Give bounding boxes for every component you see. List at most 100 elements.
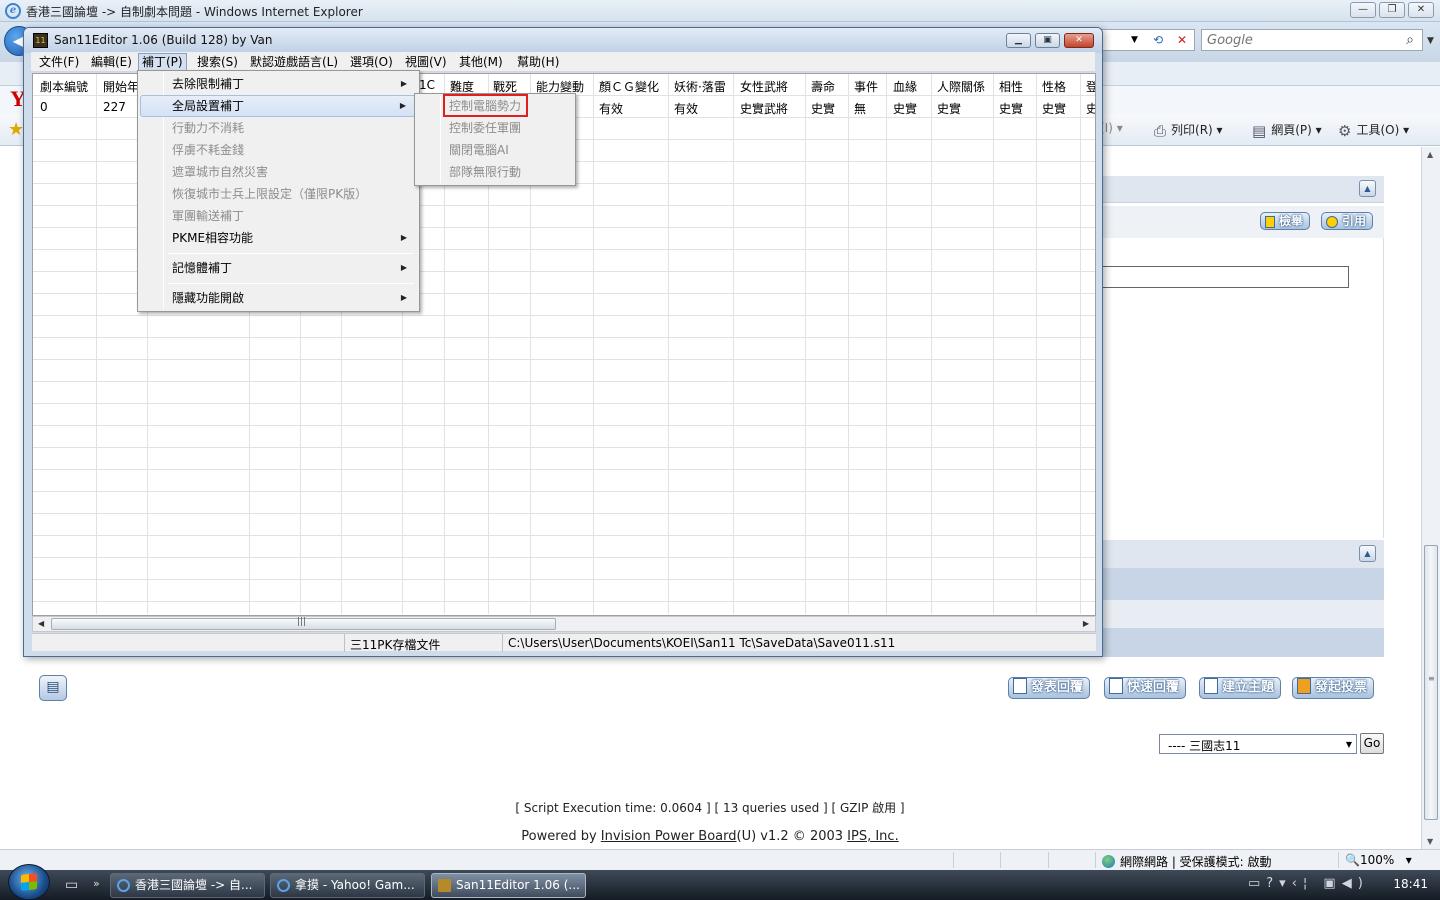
hscroll-thumb[interactable]: ||| bbox=[51, 617, 556, 630]
menu-help[interactable]: 幫助(H) bbox=[514, 54, 562, 70]
scroll-up-icon[interactable]: ▲ bbox=[1427, 150, 1433, 159]
menu-item-remove-limits[interactable]: 去除限制補丁 ▶ bbox=[140, 73, 417, 95]
menu-file[interactable]: 文件(F) bbox=[36, 54, 82, 70]
table-cell[interactable]: 史 bbox=[1086, 100, 1095, 117]
table-cell[interactable]: 史實 bbox=[1042, 100, 1066, 117]
column-header[interactable]: 妖術·落雷 bbox=[674, 78, 726, 95]
tray-icons[interactable]: ▭?▾‹¦ ▣◀) bbox=[1248, 876, 1369, 891]
column-header[interactable]: 登 bbox=[1086, 78, 1095, 95]
forum-jump-select[interactable]: ---- 三國志11 ▼ bbox=[1159, 734, 1357, 754]
column-header[interactable]: 1C bbox=[419, 78, 435, 92]
task-ie-forum[interactable]: 香港三國論壇 -> 自... bbox=[110, 873, 265, 898]
ips-link[interactable]: IPS, Inc. bbox=[847, 829, 899, 844]
menu-options[interactable]: 選項(O) bbox=[347, 54, 396, 70]
column-header[interactable]: 血緣 bbox=[893, 78, 917, 95]
quicklaunch-more-icon[interactable]: » bbox=[93, 877, 100, 890]
column-header[interactable]: 劇本編號 bbox=[40, 78, 88, 95]
ipb-link[interactable]: Invision Power Board bbox=[601, 829, 737, 844]
menu-item-pkme[interactable]: PKME相容功能 ▶ bbox=[140, 227, 417, 249]
start-button[interactable] bbox=[8, 864, 50, 900]
address-dropdown-icon[interactable]: ▼ bbox=[1131, 35, 1138, 45]
new-topic-button[interactable]: 建立主題 bbox=[1199, 677, 1282, 699]
table-cell[interactable]: 史實 bbox=[811, 100, 835, 117]
command-partial[interactable]: (I) ▾ bbox=[1100, 121, 1123, 135]
scroll-right-icon[interactable]: ▶ bbox=[1083, 619, 1089, 628]
table-cell[interactable]: 史實武將 bbox=[740, 100, 788, 117]
editor-minimize-button[interactable]: ▁ bbox=[1006, 33, 1031, 48]
table-cell[interactable]: 史實 bbox=[893, 100, 917, 117]
menu-item-global-settings[interactable]: 全局設置補丁 ▶ bbox=[140, 95, 417, 117]
tools-command[interactable]: ⚙ 工具(O) ▾ bbox=[1338, 121, 1409, 140]
scroll-left-icon[interactable]: ◀ bbox=[38, 619, 44, 628]
print-command[interactable]: ⎙ 列印(R) ▾ bbox=[1154, 121, 1223, 140]
zoom-level[interactable]: 🔍100% ▾ bbox=[1345, 853, 1412, 867]
report-button[interactable]: 檢舉 bbox=[1260, 212, 1311, 230]
menu-item-corps-transport[interactable]: 軍團輸送補丁 bbox=[140, 205, 417, 227]
table-cell[interactable]: 0 bbox=[40, 100, 48, 114]
menu-language[interactable]: 默認遊戲語言(L) bbox=[247, 54, 341, 70]
close-button[interactable]: ✕ bbox=[1408, 2, 1434, 18]
favorites-star-icon[interactable]: ★ bbox=[8, 119, 24, 140]
show-desktop-icon[interactable]: ▭ bbox=[65, 877, 78, 893]
column-header[interactable]: 性格 bbox=[1042, 78, 1066, 95]
address-bar-tail[interactable]: ▼ ⟲ ✕ bbox=[1100, 29, 1195, 51]
table-cell[interactable]: 227 bbox=[103, 100, 126, 114]
search-box[interactable]: ⌕ bbox=[1201, 29, 1423, 51]
security-zone[interactable]: 網際網路 | 受保護模式: 啟動 bbox=[1102, 853, 1272, 870]
menu-item-mask-disasters[interactable]: 遮罩城市自然災害 bbox=[140, 161, 417, 183]
menu-item-hidden-features[interactable]: 隱藏功能開啟 ▶ bbox=[140, 287, 417, 309]
table-cell[interactable]: 無 bbox=[854, 100, 866, 117]
page-command[interactable]: ▤ 網頁(P) ▾ bbox=[1252, 121, 1322, 140]
column-header[interactable]: 顏ＣＧ變化 bbox=[599, 78, 659, 95]
column-header[interactable]: 開始年 bbox=[103, 78, 139, 95]
menu-other[interactable]: 其他(M) bbox=[456, 54, 506, 70]
menu-item-captive-no-gold[interactable]: 俘虜不耗金錢 bbox=[140, 139, 417, 161]
maximize-button[interactable]: ❐ bbox=[1379, 2, 1405, 18]
quote-button[interactable]: 引用 bbox=[1321, 212, 1374, 230]
minimize-button[interactable]: — bbox=[1350, 2, 1376, 18]
quick-reply-button[interactable]: 快速回覆 bbox=[1104, 677, 1187, 699]
status-separator bbox=[344, 634, 345, 652]
add-reply-button[interactable]: 發表回覆 bbox=[1008, 677, 1091, 699]
page-vertical-scrollbar[interactable]: ▲ ≡ ▼ bbox=[1421, 147, 1440, 849]
search-dropdown-icon[interactable]: ▼ bbox=[1427, 36, 1434, 46]
scroll-down-icon[interactable]: ▼ bbox=[1427, 837, 1433, 846]
table-cell[interactable]: 有效 bbox=[674, 100, 698, 117]
menu-view[interactable]: 視圖(V) bbox=[402, 54, 450, 70]
column-header[interactable]: 人際關係 bbox=[937, 78, 985, 95]
editor-close-button[interactable]: ✕ bbox=[1064, 33, 1094, 48]
task-san11editor[interactable]: San11Editor 1.06 (... bbox=[431, 873, 586, 898]
submenu-item-unlimited-action[interactable]: 部隊無限行動 bbox=[417, 161, 573, 183]
column-header[interactable]: 女性武將 bbox=[740, 78, 788, 95]
search-icon[interactable]: ⌕ bbox=[1406, 32, 1414, 48]
new-poll-button[interactable]: 發起投票 bbox=[1292, 677, 1375, 699]
clock[interactable]: 18:41 bbox=[1393, 877, 1428, 891]
editor-maximize-button[interactable]: ▣ bbox=[1035, 33, 1060, 48]
refresh-icon[interactable]: ⟲ bbox=[1153, 33, 1163, 47]
menu-edit[interactable]: 編輯(E) bbox=[88, 54, 135, 70]
go-button[interactable]: Go bbox=[1360, 733, 1384, 754]
submenu-item-disable-ai[interactable]: 關閉電腦AI bbox=[417, 139, 573, 161]
stop-icon[interactable]: ✕ bbox=[1177, 33, 1187, 47]
taskbar: ▭ » 香港三國論壇 -> 自... 拿摸 - Yahoo! Gam... Sa… bbox=[0, 864, 1440, 900]
search-input[interactable] bbox=[1207, 31, 1387, 49]
column-header[interactable]: 相性 bbox=[999, 78, 1023, 95]
table-cell[interactable]: 有效 bbox=[599, 100, 623, 117]
task-ie-yahoo[interactable]: 拿摸 - Yahoo! Gam... bbox=[270, 873, 425, 898]
scroll-top-icon[interactable]: ▲ bbox=[1359, 180, 1376, 197]
grid-horizontal-scrollbar[interactable]: ◀ ||| ▶ bbox=[32, 616, 1096, 632]
column-header[interactable]: 壽命 bbox=[811, 78, 835, 95]
menu-item-restore-soldier-limit[interactable]: 恢復城市士兵上限設定（僅限PK版） bbox=[140, 183, 417, 205]
scrollbar-thumb[interactable]: ≡ bbox=[1424, 545, 1438, 820]
topic-options-icon[interactable]: ▤ bbox=[39, 675, 67, 701]
menu-item-no-action-cost[interactable]: 行動力不消耗 bbox=[140, 117, 417, 139]
column-header[interactable]: 事件 bbox=[854, 78, 878, 95]
ie-status-bar: 網際網路 | 受保護模式: 啟動 🔍100% ▾ bbox=[0, 849, 1440, 870]
menu-item-memory-patch[interactable]: 記憶體補丁 ▶ bbox=[140, 257, 417, 279]
submenu-item-control-delegated-corps[interactable]: 控制委任軍團 bbox=[417, 117, 573, 139]
table-cell[interactable]: 史實 bbox=[937, 100, 961, 117]
scroll-top-icon-2[interactable]: ▲ bbox=[1359, 545, 1376, 562]
menu-search[interactable]: 搜索(S) bbox=[194, 54, 241, 70]
menu-patch[interactable]: 補丁(P) bbox=[138, 53, 187, 71]
table-cell[interactable]: 史實 bbox=[999, 100, 1023, 117]
